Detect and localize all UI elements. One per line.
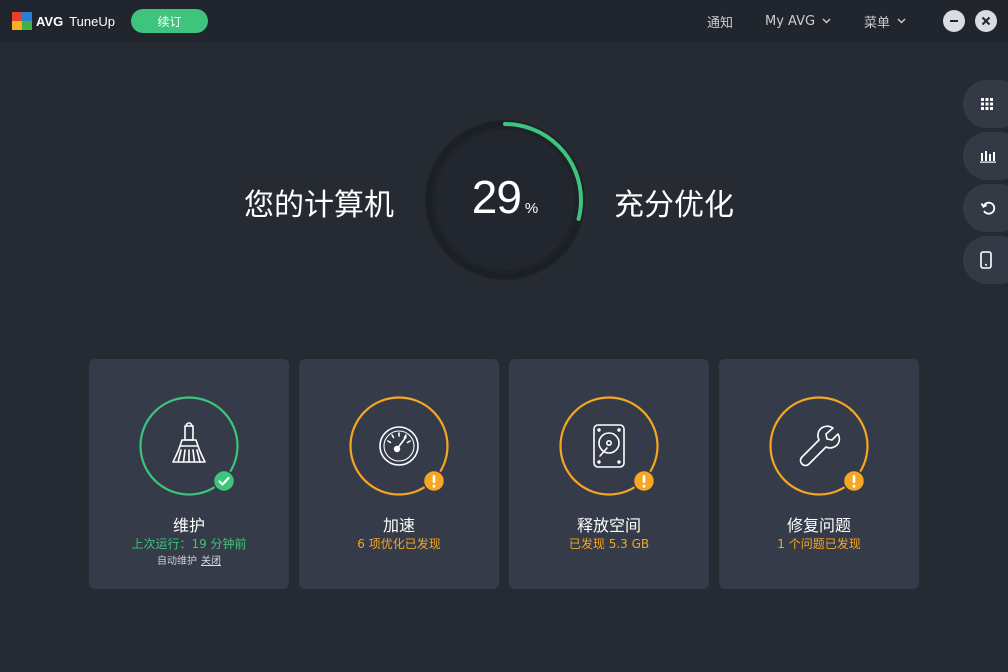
card-status: 6 项优化已发现 (357, 537, 441, 551)
performance-chart-icon (980, 151, 996, 163)
card-title: 加速 (382, 516, 415, 535)
menu-dropdown[interactable]: 菜单 (864, 0, 906, 42)
rescue-center-icon (980, 201, 996, 215)
warning-badge-icon (633, 470, 655, 492)
speed-up-card[interactable]: 加速 6 项优化已发现 (299, 359, 499, 589)
auto-maintenance-label: 自动维护 (157, 556, 197, 567)
gauge-value: 29% (424, 170, 586, 224)
app-logo: AVG TuneUp (12, 10, 115, 32)
gauge-percent-unit: % (524, 200, 539, 217)
minimize-icon (950, 20, 958, 22)
performance-chart-button[interactable] (963, 132, 1008, 180)
logo-product-text: TuneUp (69, 13, 115, 29)
close-button[interactable] (975, 10, 997, 32)
apps-grid-button[interactable] (963, 80, 1008, 128)
mobile-device-icon (980, 251, 992, 269)
menu-label: 菜单 (864, 15, 891, 31)
card-title: 释放空间 (576, 516, 641, 535)
avg-logo-icon (12, 12, 32, 30)
minimize-button[interactable] (943, 10, 965, 32)
free-up-space-card[interactable]: 释放空间 已发现 5.3 GB (509, 359, 709, 589)
auto-maintenance-row: 自动维护 关闭 (89, 552, 289, 567)
check-badge-icon (213, 470, 235, 492)
notifications-label: 通知 (707, 15, 734, 31)
gauge-percent-number: 29 (471, 171, 522, 223)
maintenance-card[interactable]: 维护 上次运行：19 分钟前 自动维护 关闭 (89, 359, 289, 589)
card-title: 维护 (172, 516, 205, 535)
my-avg-label: My AVG (765, 13, 816, 29)
apps-grid-icon (981, 98, 993, 110)
warning-badge-icon (423, 470, 445, 492)
card-status: 1 个问题已发现 (777, 537, 861, 551)
warning-badge-icon (843, 470, 865, 492)
title-bar: AVG TuneUp 续订 通知 My AVG 菜单 (0, 0, 1008, 42)
my-avg-dropdown[interactable]: My AVG (765, 0, 831, 42)
hero-right-text: 充分优化 (614, 188, 734, 223)
fix-problems-card[interactable]: 修复问题 1 个问题已发现 (719, 359, 919, 589)
renew-button[interactable]: 续订 (131, 9, 208, 33)
rescue-center-button[interactable] (963, 184, 1008, 232)
notifications-link[interactable]: 通知 (707, 0, 733, 42)
hero-left-text: 您的计算机 (244, 188, 394, 223)
close-icon (981, 16, 991, 26)
chevron-down-icon (822, 18, 831, 24)
card-status: 上次运行：19 分钟前 (131, 537, 247, 551)
card-status: 已发现 5.3 GB (568, 537, 650, 551)
auto-maintenance-toggle-link[interactable]: 关闭 (201, 556, 221, 567)
mobile-device-button[interactable] (963, 236, 1008, 284)
logo-brand-text: AVG (36, 13, 64, 29)
chevron-down-icon (897, 18, 906, 24)
card-title: 修复问题 (786, 516, 851, 535)
